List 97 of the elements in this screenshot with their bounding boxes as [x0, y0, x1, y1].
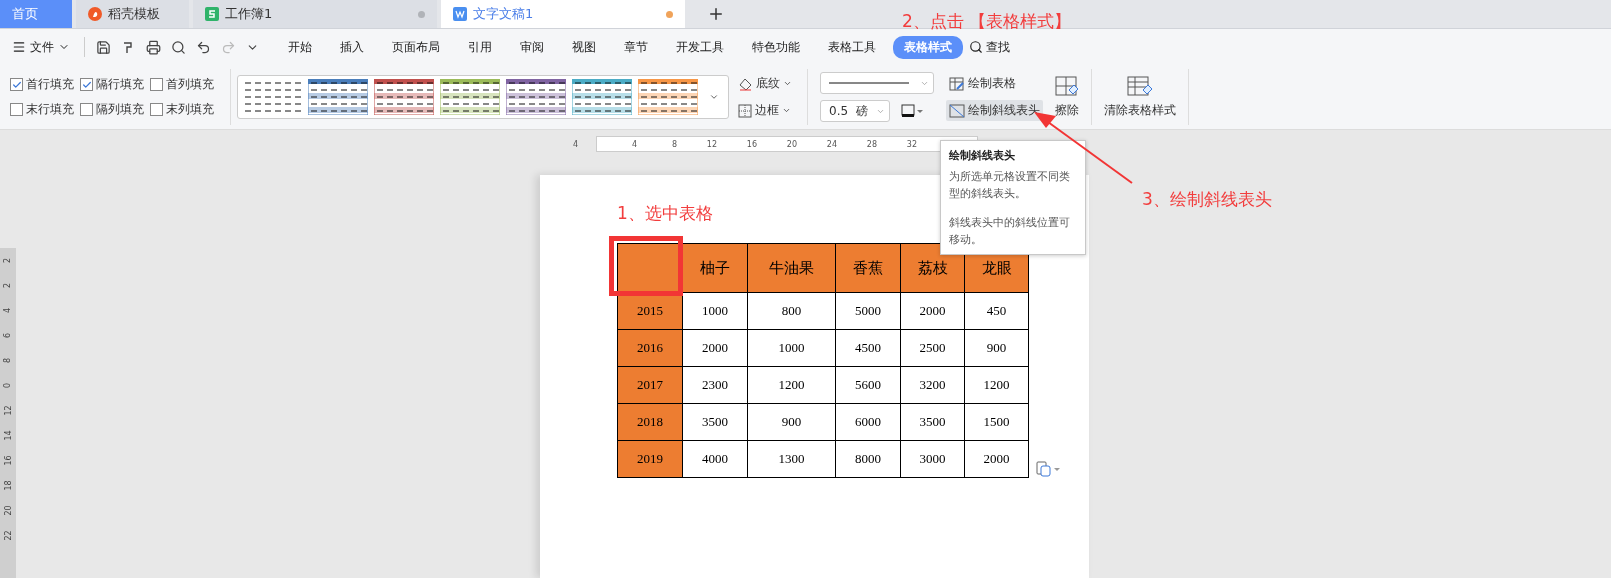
- undo-icon[interactable]: [196, 39, 211, 55]
- table-cell: 4500: [835, 329, 901, 367]
- table-tool-button[interactable]: 绘制表格: [946, 73, 1043, 94]
- table-cell: 5000: [835, 292, 901, 330]
- table-cell: 450: [964, 292, 1029, 330]
- step-annotation: 2、点击 【表格样式】: [902, 10, 1072, 33]
- flame-icon: [88, 7, 102, 21]
- sheet-icon: [205, 7, 219, 21]
- row-header: 2016: [617, 329, 683, 367]
- paint-bucket-icon: [738, 76, 753, 91]
- save-icon[interactable]: [96, 39, 111, 55]
- table-cell: 800: [747, 292, 836, 330]
- fill-checkbox[interactable]: 末列填充: [150, 101, 214, 118]
- vertical-ruler: 2 2 4 6 8 0 12 14 16 18 20 22: [0, 248, 16, 578]
- table-cell: 2000: [964, 440, 1029, 478]
- table-style-thumbnail[interactable]: [374, 79, 434, 115]
- column-header: 香蕉: [835, 243, 901, 293]
- table-cell: 2000: [682, 329, 748, 367]
- row-header: 2018: [617, 403, 683, 441]
- fill-checkbox[interactable]: 首列填充: [150, 76, 214, 93]
- diagonal-cell-icon: [949, 103, 965, 118]
- table-style-thumbnail[interactable]: [572, 79, 632, 115]
- document-icon: [453, 7, 467, 21]
- line-sample-icon: [829, 81, 909, 85]
- ribbon-tab[interactable]: 引用: [457, 35, 503, 59]
- table-cell: 3500: [900, 403, 965, 441]
- table-cell: 3500: [682, 403, 748, 441]
- line-width-dropdown[interactable]: 0.5 磅: [820, 100, 890, 122]
- ribbon-tab[interactable]: 开发工具: [665, 35, 735, 59]
- table-pencil-icon: [949, 76, 965, 91]
- table-cell: 6000: [835, 403, 901, 441]
- file-menu[interactable]: 文件: [12, 38, 70, 56]
- fill-checkbox[interactable]: 隔列填充: [80, 101, 144, 118]
- table-style-thumbnail[interactable]: [506, 79, 566, 115]
- step-annotation: 3、绘制斜线表头: [1142, 188, 1272, 211]
- caret-icon: [783, 79, 792, 88]
- status-dot: [666, 10, 673, 18]
- table-style-thumbnail[interactable]: [308, 79, 368, 115]
- ribbon-tab[interactable]: 插入: [329, 35, 375, 59]
- ribbon-tab[interactable]: 审阅: [509, 35, 555, 59]
- row-header: 2019: [617, 440, 683, 478]
- table-cell: 8000: [835, 440, 901, 478]
- eraser-button[interactable]: 擦除: [1055, 75, 1079, 119]
- eraser-icon: [1055, 75, 1079, 98]
- paste-options-icon[interactable]: [1035, 460, 1061, 478]
- ribbon-tab[interactable]: 章节: [613, 35, 659, 59]
- table-style-thumbnail[interactable]: [242, 79, 302, 115]
- table-cell: 1200: [747, 366, 836, 404]
- check-icon: [11, 79, 22, 90]
- table-cell: 1500: [964, 403, 1029, 441]
- caret-icon: [782, 106, 791, 115]
- table-cell: 1000: [682, 292, 748, 330]
- row-header: 2017: [617, 366, 683, 404]
- fill-checkbox[interactable]: 首行填充: [10, 76, 74, 93]
- table-cell: 5600: [835, 366, 901, 404]
- table-cell: 1200: [964, 366, 1029, 404]
- ribbon-tab[interactable]: 页面布局: [381, 35, 451, 59]
- pen-color-icon[interactable]: [901, 104, 923, 118]
- table-style-thumbnail[interactable]: [638, 79, 698, 115]
- document-tab[interactable]: 工作簿1: [193, 0, 437, 28]
- document-tab[interactable]: 稻壳模板: [76, 0, 189, 28]
- column-header: 柚子: [682, 243, 748, 293]
- line-style-dropdown[interactable]: [820, 72, 934, 94]
- table-cell: 3200: [900, 366, 965, 404]
- border-button[interactable]: 边框: [735, 100, 795, 121]
- ruler-number: 4: [573, 140, 579, 149]
- table-cell: 900: [964, 329, 1029, 367]
- table-style-thumbnail[interactable]: [440, 79, 500, 115]
- table-cell: 2000: [900, 292, 965, 330]
- search-icon: [969, 40, 983, 54]
- table-cell: 3000: [900, 440, 965, 478]
- table-cell: 2300: [682, 366, 748, 404]
- ribbon-tab[interactable]: 特色功能: [741, 35, 811, 59]
- table-cell: 900: [747, 403, 836, 441]
- table-cell: 1300: [747, 440, 836, 478]
- document-tab[interactable]: 文字文稿1: [441, 0, 685, 28]
- gallery-more-icon[interactable]: [709, 92, 719, 102]
- print-icon[interactable]: [146, 39, 161, 55]
- fill-checkbox[interactable]: 隔行填充: [80, 76, 144, 93]
- search-button[interactable]: 查找: [966, 36, 1013, 58]
- table-cell: 2500: [900, 329, 965, 367]
- step-annotation: 1、选中表格: [617, 202, 713, 225]
- new-tab-icon[interactable]: [707, 5, 725, 23]
- table-cell: 1000: [747, 329, 836, 367]
- status-dot: [418, 10, 425, 18]
- clear-style-button[interactable]: 清除表格样式: [1104, 75, 1176, 119]
- column-header: 牛油果: [747, 243, 836, 293]
- menu-icon: [12, 40, 26, 54]
- table-eraser-icon: [1127, 75, 1153, 98]
- fill-checkbox[interactable]: 末行填充: [10, 101, 74, 118]
- ribbon-tab[interactable]: 开始: [277, 35, 323, 59]
- check-icon: [81, 79, 92, 90]
- table-cell: 4000: [682, 440, 748, 478]
- ribbon-tab[interactable]: 视图: [561, 35, 607, 59]
- border-icon: [738, 103, 752, 118]
- ribbon-tab[interactable]: 表格工具: [817, 35, 887, 59]
- shading-button[interactable]: 底纹: [735, 73, 795, 94]
